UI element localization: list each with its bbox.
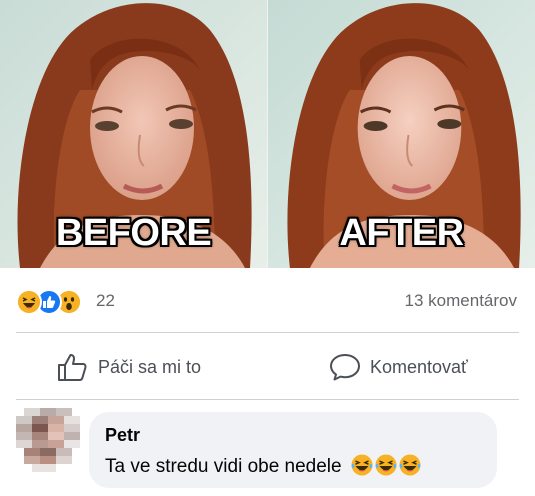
reaction-icons[interactable]: [16, 289, 82, 315]
post-actions: Páči sa mi to Komentovať: [0, 333, 535, 399]
comment-emojis: [351, 454, 421, 476]
comment-author[interactable]: Petr: [105, 425, 140, 446]
comment-count[interactable]: 13 komentárov: [405, 291, 517, 311]
post-photo[interactable]: BEFORE AFTER: [0, 0, 535, 268]
after-photo[interactable]: AFTER: [267, 0, 535, 268]
before-photo[interactable]: BEFORE: [0, 0, 267, 268]
comment-text-line: Ta ve stredu vidi obe nedele: [105, 454, 421, 478]
comment-button[interactable]: Komentovať: [329, 352, 468, 382]
reactions-summary: 22 13 komentárov: [0, 268, 535, 332]
avatar[interactable]: [16, 408, 80, 472]
before-caption: BEFORE: [55, 212, 212, 254]
laughing-emoji-icon: [351, 454, 373, 476]
reaction-count[interactable]: 22: [96, 291, 115, 311]
comment: Petr Ta ve stredu vidi obe nedele: [0, 400, 535, 496]
like-button[interactable]: Páči sa mi to: [57, 352, 201, 382]
haha-icon[interactable]: [16, 289, 42, 315]
thumbs-up-icon: [58, 354, 87, 381]
laughing-emoji-icon: [375, 454, 397, 476]
comment-text: Ta ve stredu vidi obe nedele: [105, 456, 342, 477]
like-label: Páči sa mi to: [98, 356, 202, 377]
comment-bubble: Petr Ta ve stredu vidi obe nedele: [89, 412, 497, 488]
speech-bubble-icon: [330, 354, 360, 381]
laughing-emoji-icon: [399, 454, 421, 476]
after-caption: AFTER: [339, 212, 464, 254]
pixelated-avatar-image: [16, 408, 80, 472]
comment-label: Komentovať: [370, 356, 468, 377]
